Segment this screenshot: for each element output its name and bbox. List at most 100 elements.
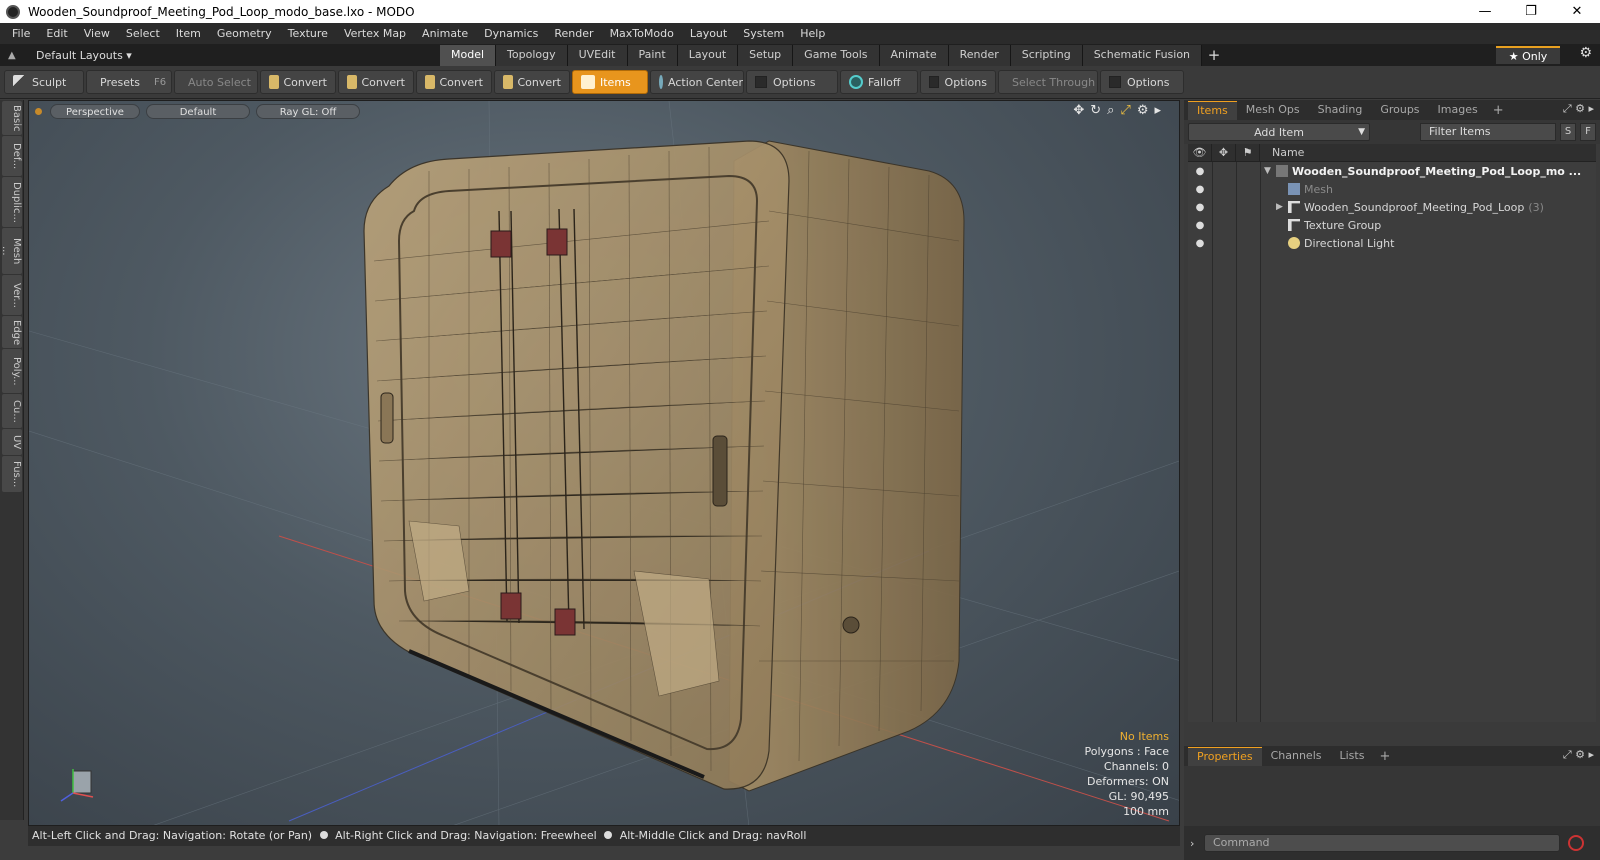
convert-polygons-button[interactable]: Convert: [416, 70, 492, 94]
tab-scripting[interactable]: Scripting: [1010, 45, 1083, 66]
presets-button[interactable]: Presets F6: [86, 70, 172, 94]
sculpt-button[interactable]: Sculpt: [4, 70, 84, 94]
3d-viewport[interactable]: Perspective Default Ray GL: Off ✥ ↻ ⌕ ⤢ …: [28, 100, 1180, 826]
menu-vertex-map[interactable]: Vertex Map: [336, 23, 414, 44]
falloff-options-button[interactable]: Options: [920, 70, 996, 94]
menu-edit[interactable]: Edit: [38, 23, 75, 44]
eye-icon[interactable]: ●: [1188, 166, 1212, 177]
view-mode-button[interactable]: Perspective: [50, 103, 140, 119]
menu-select[interactable]: Select: [118, 23, 168, 44]
tab-animate[interactable]: Animate: [879, 45, 949, 66]
left-tab-deform[interactable]: Def...: [2, 136, 22, 176]
tab-render[interactable]: Render: [948, 45, 1011, 66]
items-mode-button[interactable]: Items: [572, 70, 648, 94]
ref-col-icon[interactable]: ⚑: [1236, 144, 1260, 161]
convert-edges-button[interactable]: Convert: [338, 70, 414, 94]
left-tab-edge[interactable]: Edge: [2, 316, 22, 348]
menu-file[interactable]: File: [4, 23, 38, 44]
menu-dynamics[interactable]: Dynamics: [476, 23, 546, 44]
left-tab-basic[interactable]: Basic: [2, 101, 22, 135]
filter-items-input[interactable]: Filter Items: [1420, 123, 1556, 141]
menu-view[interactable]: View: [76, 23, 118, 44]
menu-geometry[interactable]: Geometry: [209, 23, 280, 44]
tab-channels[interactable]: Channels: [1262, 747, 1331, 765]
tree-row-mesh[interactable]: ● Mesh: [1188, 180, 1596, 198]
tab-schematic-fusion[interactable]: Schematic Fusion: [1082, 45, 1203, 66]
falloff-button[interactable]: Falloff: [840, 70, 918, 94]
panel-options-icon[interactable]: ⤢ ⚙ ▸: [1563, 102, 1594, 116]
lock-col-icon[interactable]: ✥: [1212, 144, 1236, 161]
tab-game-tools[interactable]: Game Tools: [793, 45, 880, 66]
tree-row-pod-group[interactable]: ● ▶ Wooden_Soundproof_Meeting_Pod_Loop (3): [1188, 198, 1596, 216]
tab-lists[interactable]: Lists: [1331, 747, 1374, 765]
shading-mode-button[interactable]: Default: [146, 103, 250, 119]
gear-icon[interactable]: ⚙: [1579, 45, 1592, 61]
left-tab-duplicate[interactable]: Duplic...: [2, 177, 22, 227]
layout-selector[interactable]: ▲ Default Layouts ▾: [0, 49, 440, 62]
viewport-menu-dot[interactable]: [35, 107, 42, 115]
add-panel-tab-icon[interactable]: +: [1373, 749, 1396, 764]
action-center-options-button[interactable]: Options: [746, 70, 838, 94]
tab-properties[interactable]: Properties: [1188, 746, 1262, 766]
left-tab-uv[interactable]: UV: [2, 429, 22, 455]
eye-icon[interactable]: ●: [1188, 184, 1212, 195]
add-panel-tab-icon[interactable]: +: [1487, 103, 1510, 118]
raygl-button[interactable]: Ray GL: Off: [256, 103, 360, 119]
left-tab-mesh[interactable]: Mesh ...: [0, 228, 22, 274]
tree-row-directional-light[interactable]: ● Directional Light: [1188, 234, 1596, 252]
left-tab-vertex[interactable]: Ver...: [2, 275, 22, 315]
menu-maxtomodo[interactable]: MaxToModo: [602, 23, 682, 44]
filter-s-button[interactable]: S: [1560, 123, 1576, 141]
viewport-expand-icon[interactable]: ▸: [1154, 103, 1161, 118]
tab-items[interactable]: Items: [1188, 100, 1237, 120]
menu-animate[interactable]: Animate: [414, 23, 476, 44]
tree-row-texture-group[interactable]: ● Texture Group: [1188, 216, 1596, 234]
filter-f-button[interactable]: F: [1580, 123, 1596, 141]
pan-icon[interactable]: ✥: [1073, 103, 1084, 118]
minimize-button[interactable]: —: [1462, 0, 1508, 23]
record-macro-icon[interactable]: [1568, 835, 1584, 851]
left-tab-curve[interactable]: Cu...: [2, 394, 22, 428]
menu-help[interactable]: Help: [792, 23, 833, 44]
menu-render[interactable]: Render: [546, 23, 601, 44]
menu-system[interactable]: System: [735, 23, 792, 44]
eye-icon[interactable]: ●: [1188, 220, 1212, 231]
menu-texture[interactable]: Texture: [280, 23, 336, 44]
tab-mesh-ops[interactable]: Mesh Ops: [1237, 101, 1309, 119]
viewport-scene[interactable]: [29, 101, 1180, 826]
arrow-up-icon[interactable]: ▲: [8, 50, 20, 61]
rotate-icon[interactable]: ↻: [1090, 103, 1101, 118]
action-center-button[interactable]: Action Center: [650, 70, 744, 94]
panel-options-icon[interactable]: ⤢ ⚙ ▸: [1563, 748, 1594, 762]
tab-paint[interactable]: Paint: [627, 45, 678, 66]
menu-item[interactable]: Item: [168, 23, 209, 44]
select-through-options-button[interactable]: Options: [1100, 70, 1184, 94]
viewport-settings-icon[interactable]: ⚙: [1137, 103, 1149, 118]
expand-right-icon[interactable]: ▶: [1276, 202, 1288, 212]
maximize-button[interactable]: ❐: [1508, 0, 1554, 23]
command-input[interactable]: Command: [1204, 834, 1560, 852]
convert-materials-button[interactable]: Convert: [494, 70, 570, 94]
convert-vertices-button[interactable]: Convert: [260, 70, 336, 94]
tab-model[interactable]: Model: [440, 45, 497, 66]
expand-down-icon[interactable]: ▼: [1264, 166, 1276, 176]
tree-row-scene[interactable]: ● ▼ Wooden_Soundproof_Meeting_Pod_Loop_mo…: [1188, 162, 1596, 180]
tab-shading[interactable]: Shading: [1309, 101, 1372, 119]
tab-setup[interactable]: Setup: [738, 45, 794, 66]
name-column-header[interactable]: Name: [1260, 144, 1596, 161]
left-tab-fusion[interactable]: Fus...: [2, 456, 22, 492]
close-button[interactable]: ✕: [1554, 0, 1600, 23]
select-through-button[interactable]: Select Through: [998, 70, 1098, 94]
add-item-dropdown[interactable]: Add Item ▼: [1188, 123, 1370, 141]
command-history-icon[interactable]: ›: [1190, 837, 1204, 850]
tab-images[interactable]: Images: [1429, 101, 1487, 119]
auto-select-button[interactable]: Auto Select: [174, 70, 258, 94]
menu-layout[interactable]: Layout: [682, 23, 735, 44]
tab-uvedit[interactable]: UVEdit: [567, 45, 628, 66]
fit-icon[interactable]: ⤢: [1120, 103, 1130, 118]
add-tab-plus-icon[interactable]: +: [1202, 46, 1226, 64]
eye-icon[interactable]: ●: [1188, 202, 1212, 213]
only-button[interactable]: ★ Only: [1496, 46, 1560, 64]
visibility-col-eye-icon[interactable]: 👁: [1188, 144, 1212, 161]
tab-topology[interactable]: Topology: [496, 45, 568, 66]
